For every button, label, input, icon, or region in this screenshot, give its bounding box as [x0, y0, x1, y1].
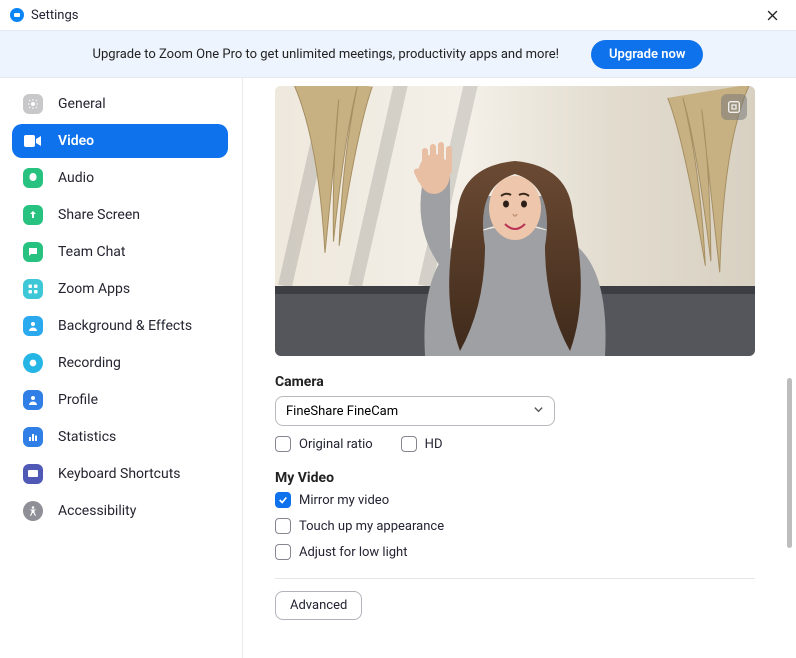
preview-scene	[275, 86, 755, 356]
profile-icon	[22, 389, 44, 411]
sidebar-item-video[interactable]: Video	[12, 124, 228, 158]
sidebar-item-recording[interactable]: Recording	[12, 346, 228, 380]
my-video-checkbox-list: Mirror my video Touch up my appearance A…	[275, 492, 776, 560]
checkbox-label: HD	[425, 437, 443, 452]
sidebar-item-label: Statistics	[58, 429, 116, 445]
accessibility-icon	[22, 500, 44, 522]
settings-main-panel: Camera FineShare FineCam Original ratio …	[243, 78, 796, 658]
rotate-icon	[726, 99, 742, 115]
checkbox-adjust-low-light[interactable]: Adjust for low light	[275, 544, 776, 560]
sidebar-item-label: Background & Effects	[58, 318, 192, 334]
window-title: Settings	[31, 8, 78, 23]
sidebar-item-label: Accessibility	[58, 503, 136, 519]
checkbox-mirror-my-video[interactable]: Mirror my video	[275, 492, 776, 508]
upgrade-now-button[interactable]: Upgrade now	[591, 40, 703, 69]
camera-checkbox-row: Original ratio HD	[275, 436, 776, 452]
bg-icon	[22, 315, 44, 337]
keyboard-icon	[22, 463, 44, 485]
sidebar-item-label: General	[58, 96, 106, 112]
apps-icon	[22, 278, 44, 300]
checkbox-label: Mirror my video	[299, 493, 389, 508]
sidebar-item-label: Profile	[58, 392, 98, 408]
checkbox-original-ratio[interactable]: Original ratio	[275, 436, 373, 452]
scrollbar-thumb[interactable]	[787, 378, 792, 548]
chevron-down-icon	[533, 404, 544, 419]
settings-body: General Video Audio Share Screen Team Ch…	[0, 78, 796, 658]
checkbox-hd[interactable]: HD	[401, 436, 443, 452]
sidebar-item-zoom-apps[interactable]: Zoom Apps	[12, 272, 228, 306]
close-icon	[767, 10, 778, 21]
video-preview	[275, 86, 755, 356]
sidebar-item-audio[interactable]: Audio	[12, 161, 228, 195]
audio-icon	[22, 167, 44, 189]
my-video-section-label: My Video	[275, 470, 776, 486]
settings-sidebar: General Video Audio Share Screen Team Ch…	[0, 78, 242, 658]
sidebar-item-keyboard-shortcuts[interactable]: Keyboard Shortcuts	[12, 457, 228, 491]
stats-icon	[22, 426, 44, 448]
chat-icon	[22, 241, 44, 263]
close-button[interactable]	[758, 1, 786, 29]
checkbox-touch-up-appearance[interactable]: Touch up my appearance	[275, 518, 776, 534]
video-icon	[22, 130, 44, 152]
record-icon	[22, 352, 44, 374]
sidebar-item-label: Video	[58, 133, 94, 149]
camera-dropdown[interactable]: FineShare FineCam	[275, 396, 555, 426]
checkbox-label: Touch up my appearance	[299, 519, 444, 534]
sidebar-item-label: Audio	[58, 170, 94, 186]
rotate-camera-button[interactable]	[721, 94, 747, 120]
sidebar-item-share-screen[interactable]: Share Screen	[12, 198, 228, 232]
checkbox-label: Original ratio	[299, 437, 373, 452]
sidebar-item-team-chat[interactable]: Team Chat	[12, 235, 228, 269]
advanced-button[interactable]: Advanced	[275, 591, 362, 620]
banner-text: Upgrade to Zoom One Pro to get unlimited…	[93, 47, 559, 62]
sidebar-item-label: Recording	[58, 355, 121, 371]
sidebar-item-statistics[interactable]: Statistics	[12, 420, 228, 454]
gear-icon	[22, 93, 44, 115]
camera-section-label: Camera	[275, 374, 776, 390]
titlebar: Settings	[0, 0, 796, 30]
sidebar-item-background-effects[interactable]: Background & Effects	[12, 309, 228, 343]
sidebar-item-label: Zoom Apps	[58, 281, 130, 297]
sidebar-item-accessibility[interactable]: Accessibility	[12, 494, 228, 528]
sidebar-item-label: Team Chat	[58, 244, 125, 260]
camera-selected-value: FineShare FineCam	[286, 404, 398, 419]
checkbox-label: Adjust for low light	[299, 545, 407, 560]
sidebar-item-label: Share Screen	[58, 207, 140, 223]
sidebar-item-general[interactable]: General	[12, 87, 228, 121]
section-separator	[275, 578, 755, 579]
zoom-app-icon	[10, 8, 24, 22]
share-icon	[22, 204, 44, 226]
sidebar-item-label: Keyboard Shortcuts	[58, 466, 181, 482]
sidebar-item-profile[interactable]: Profile	[12, 383, 228, 417]
upgrade-banner: Upgrade to Zoom One Pro to get unlimited…	[0, 30, 796, 78]
